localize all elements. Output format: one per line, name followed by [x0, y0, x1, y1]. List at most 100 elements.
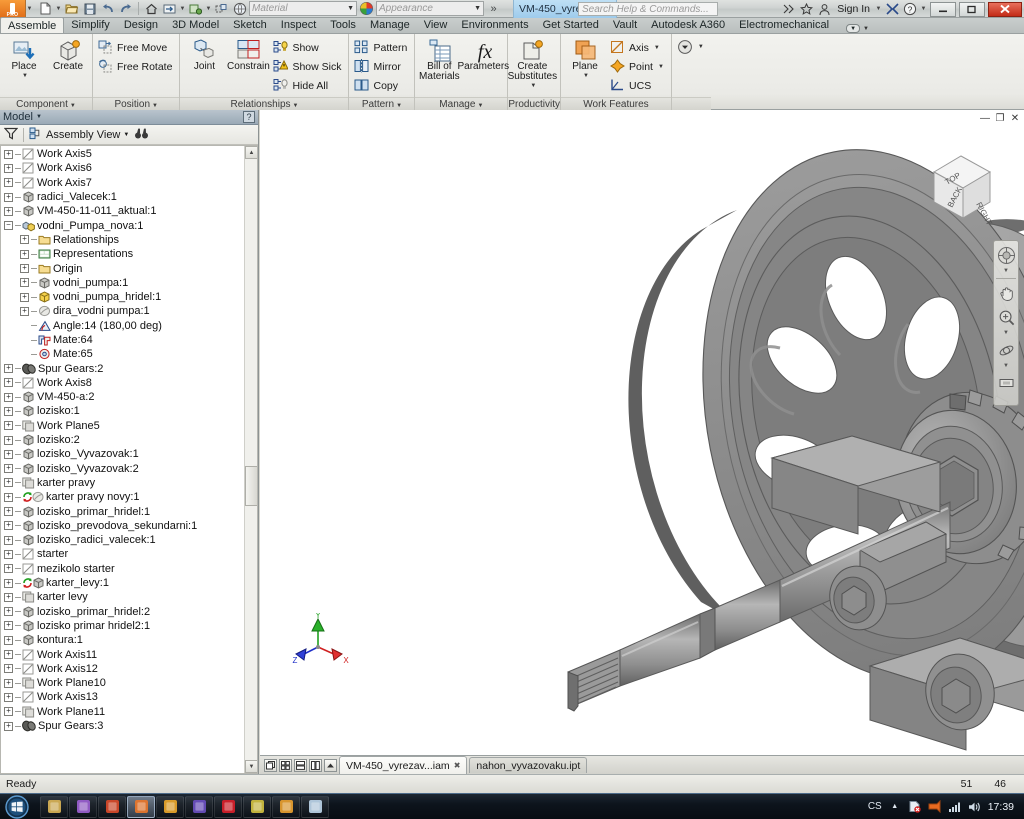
ribbon-tab-autodesk-a360[interactable]: Autodesk A360: [644, 17, 732, 33]
browser-tree-item[interactable]: + lozisko_radici_valecek:1: [1, 533, 244, 547]
assembly-view-caret-icon[interactable]: ▼: [123, 132, 129, 138]
viewport-restore-icon[interactable]: ❐: [994, 112, 1006, 124]
expand-toggle-icon[interactable]: +: [4, 421, 13, 431]
expand-toggle-icon[interactable]: +: [4, 192, 13, 202]
appearance-combo[interactable]: Appearance ▼: [376, 1, 484, 16]
language-indicator[interactable]: CS: [868, 801, 882, 812]
show-hidden-icons-icon[interactable]: ▲: [888, 800, 902, 814]
expand-toggle-icon[interactable]: +: [4, 578, 13, 588]
view-cube[interactable]: TOP BACK RIGHT: [916, 142, 1002, 228]
ribbon-button-plane[interactable]: Plane ▼: [564, 36, 606, 79]
browser-tree-item[interactable]: + dira_vodni pumpa:1: [1, 304, 244, 318]
ribbon-button-free-rotate[interactable]: Free Rotate: [96, 58, 176, 76]
search-input[interactable]: Search Help & Commands...: [578, 2, 718, 16]
look-at-icon[interactable]: [996, 373, 1016, 393]
browser-tree-item[interactable]: + Work Axis12: [1, 662, 244, 676]
expand-toggle-icon[interactable]: +: [4, 178, 13, 188]
expand-toggle-icon[interactable]: +: [20, 249, 29, 259]
ribbon-overflow-button[interactable]: ▼: [675, 38, 708, 56]
browser-tree-item[interactable]: Mate:65: [1, 347, 244, 361]
browser-tree-item[interactable]: + vodni_pumpa_hridel:1: [1, 290, 244, 304]
ribbon-button-joint[interactable]: Joint: [183, 36, 225, 72]
expand-toggle-icon[interactable]: +: [4, 678, 13, 688]
material-combo-caret-icon[interactable]: ▼: [347, 5, 354, 12]
ribbon-tab-view[interactable]: View: [417, 17, 455, 33]
ribbon-button-bill-of-materials[interactable]: Bill of Materials: [418, 36, 460, 82]
expand-toggle-icon[interactable]: +: [4, 535, 13, 545]
expand-toggle-icon[interactable]: +: [4, 507, 13, 517]
browser-tree-item[interactable]: + lozisko_primar_hridel:1: [1, 504, 244, 518]
ribbon-panel-dropdown-icon[interactable]: ▼: [70, 103, 76, 109]
browser-tree-item[interactable]: + Representations: [1, 247, 244, 261]
browser-tree-item[interactable]: + VM-450-a:2: [1, 390, 244, 404]
update-caret-icon[interactable]: ▼: [205, 6, 212, 12]
ribbon-button-mirror[interactable]: Mirror: [352, 58, 411, 76]
browser-tree-item[interactable]: + karter_levy:1: [1, 576, 244, 590]
browser-tree-item[interactable]: Mate:64: [1, 333, 244, 347]
scrollbar-thumb[interactable]: [245, 466, 257, 506]
ribbon-tab-inspect[interactable]: Inspect: [274, 17, 323, 33]
browser-tree-item[interactable]: + karter levy: [1, 590, 244, 604]
3d-viewport[interactable]: — ❐ ✕ TOP BACK RIGHT ▼ ▼ ▼ Y X Z: [260, 110, 1024, 755]
navigation-bar[interactable]: ▼ ▼ ▼: [993, 240, 1019, 406]
browser-title-caret-icon[interactable]: ▼: [36, 114, 42, 120]
home-view-icon[interactable]: [143, 1, 160, 17]
ribbon-button-show-sick[interactable]: Show Sick: [271, 58, 345, 76]
security-alert-icon[interactable]: [908, 800, 922, 814]
ribbon-tab-design[interactable]: Design: [117, 17, 165, 33]
save-file-icon[interactable]: [81, 1, 98, 17]
window-minimize-button[interactable]: [930, 1, 956, 17]
expand-toggle-icon[interactable]: +: [4, 592, 13, 602]
browser-help-button[interactable]: ?: [243, 111, 255, 123]
browser-tree-item[interactable]: + Work Axis6: [1, 161, 244, 175]
binoculars-icon[interactable]: [134, 127, 149, 143]
expand-toggle-icon[interactable]: +: [4, 406, 13, 416]
expand-toggle-icon[interactable]: +: [4, 364, 13, 374]
open-file-icon[interactable]: [63, 1, 80, 17]
ribbon-tab-get-started[interactable]: Get Started: [536, 17, 606, 33]
ribbon-button-axis[interactable]: Axis ▼: [608, 39, 668, 57]
expand-toggle-icon[interactable]: +: [4, 435, 13, 445]
browser-tree-item[interactable]: + Work Axis8: [1, 376, 244, 390]
taskbar-item-acrobat[interactable]: [98, 795, 126, 818]
favorites-star-icon[interactable]: [798, 2, 814, 17]
taskbar-item-chrome[interactable]: [272, 795, 300, 818]
expand-toggle-icon[interactable]: +: [4, 692, 13, 702]
ribbon-panel-title-manage[interactable]: Manage ▼: [415, 97, 508, 110]
taskbar-item-notes[interactable]: [301, 795, 329, 818]
ribbon-button-caret-icon[interactable]: ▼: [583, 73, 589, 79]
expand-toggle-icon[interactable]: +: [4, 621, 13, 631]
expand-toggle-icon[interactable]: +: [4, 650, 13, 660]
browser-tree-item[interactable]: + Origin: [1, 261, 244, 275]
browser-tree-item[interactable]: + lozisko_Vyvazovak:2: [1, 462, 244, 476]
browser-scrollbar[interactable]: ▲ ▼: [244, 146, 257, 773]
expand-toggle-icon[interactable]: +: [4, 206, 13, 216]
appearance-sphere-icon[interactable]: [358, 1, 375, 17]
inventor-logo-button[interactable]: PRO: [0, 0, 26, 18]
ribbon-tab-vault[interactable]: Vault: [606, 17, 644, 33]
ribbon-overflow-group[interactable]: ▼ ▼: [846, 24, 869, 33]
ribbon-minimize-caret-icon[interactable]: ▼: [863, 26, 869, 32]
ribbon-tab-environments[interactable]: Environments: [454, 17, 535, 33]
ribbon-tab-manage[interactable]: Manage: [363, 17, 417, 33]
ribbon-panel-dropdown-icon[interactable]: ▼: [152, 103, 158, 109]
browser-tree-item[interactable]: + lozisko_prevodova_sekundarni:1: [1, 519, 244, 533]
ribbon-button-hide-all[interactable]: Hide All: [271, 77, 345, 95]
layout-tile-horizontal-button[interactable]: [294, 758, 307, 772]
help-topic-icon[interactable]: [780, 2, 796, 17]
expand-toggle-icon[interactable]: +: [4, 635, 13, 645]
expand-toggle-icon[interactable]: +: [20, 292, 29, 302]
ribbon-button-place[interactable]: Place ▼: [3, 36, 45, 79]
ribbon-tab-assemble[interactable]: Assemble: [0, 17, 65, 33]
window-restore-button[interactable]: [959, 1, 985, 17]
ribbon-panel-title-component[interactable]: Component ▼: [0, 97, 92, 110]
ribbon-panel-title-position[interactable]: Position ▼: [93, 97, 180, 110]
ribbon-button-parameters[interactable]: fx Parameters: [458, 36, 510, 72]
ribbon-button-free-move[interactable]: Free Move: [96, 39, 176, 57]
ribbon-panel-dropdown-icon[interactable]: ▼: [293, 103, 299, 109]
ribbon-button-pattern[interactable]: Pattern: [352, 39, 411, 57]
document-tab-inactive[interactable]: nahon_vyvazovaku.ipt: [469, 757, 588, 773]
ribbon-button-constrain[interactable]: Constrain: [227, 36, 270, 72]
browser-tree-item[interactable]: + Work Axis11: [1, 647, 244, 661]
expand-toggle-icon[interactable]: +: [20, 235, 29, 245]
